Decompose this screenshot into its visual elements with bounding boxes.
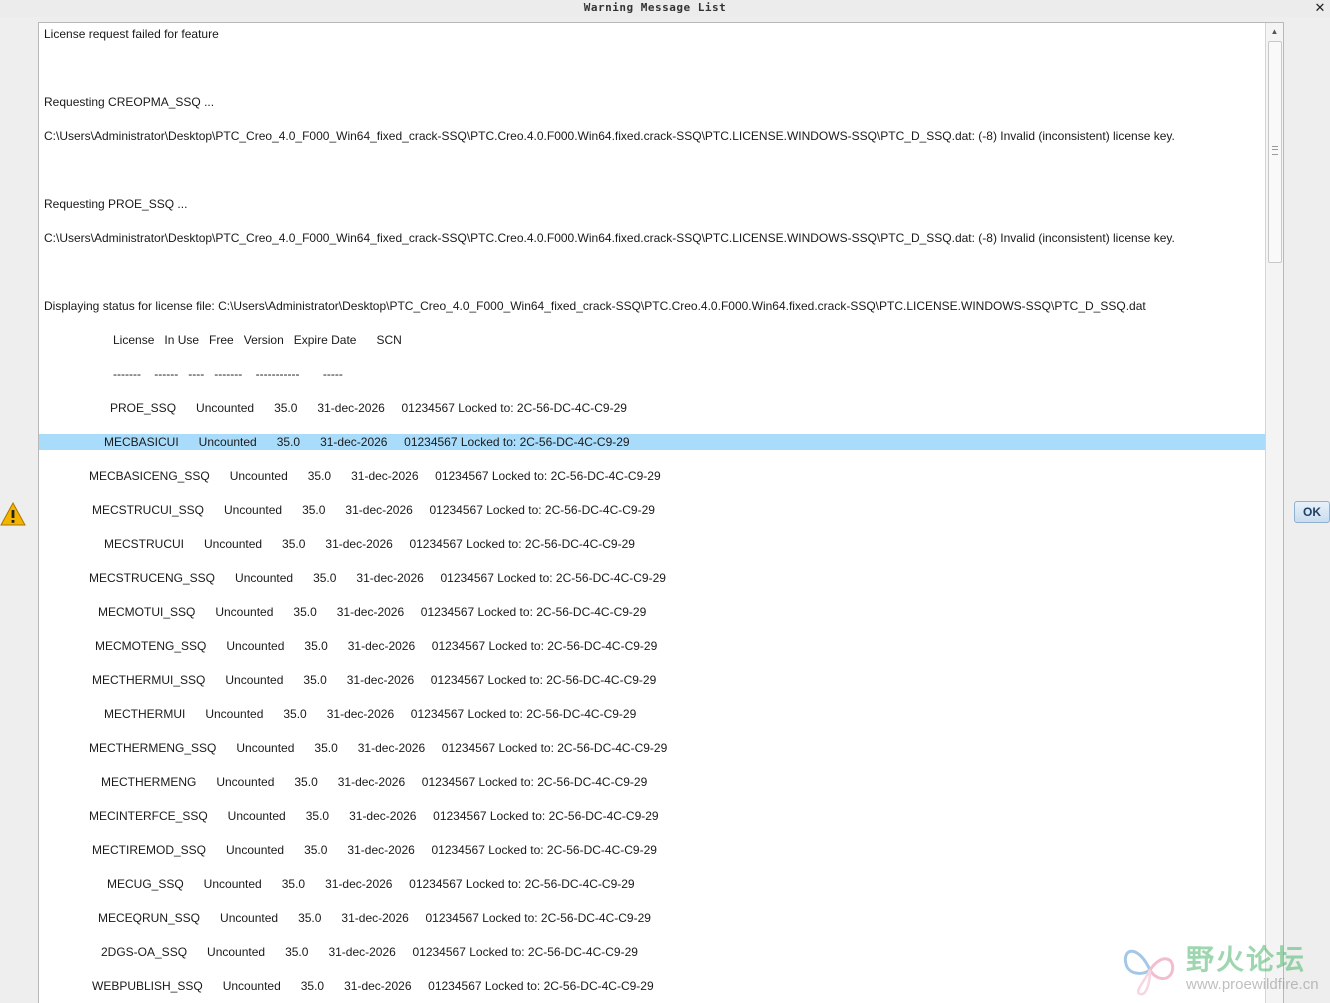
list-item[interactable]: 2DGS-OA_SSQ Uncounted 35.0 31-dec-2026 0… xyxy=(39,944,1265,960)
list-item[interactable]: C:\Users\Administrator\Desktop\PTC_Creo_… xyxy=(39,230,1265,246)
list-item[interactable]: ------- ------ ---- ------- ----------- … xyxy=(39,366,1265,382)
watermark-title: 野火论坛 xyxy=(1186,943,1307,976)
message-list-panel: License request failed for feature Reques… xyxy=(38,22,1284,1003)
watermark-url: www.proewildfire.cn xyxy=(1186,976,1319,993)
list-item[interactable]: License In Use Free Version Expire Date … xyxy=(39,332,1265,348)
list-item[interactable]: MECSTRUCENG_SSQ Uncounted 35.0 31-dec-20… xyxy=(39,570,1265,586)
list-item[interactable]: MECSTRUCUI Uncounted 35.0 31-dec-2026 01… xyxy=(39,536,1265,552)
list-item[interactable]: MECMOTUI_SSQ Uncounted 35.0 31-dec-2026 … xyxy=(39,604,1265,620)
list-item[interactable]: MECTIREMOD_SSQ Uncounted 35.0 31-dec-202… xyxy=(39,842,1265,858)
list-item[interactable]: MECTHERMUI_SSQ Uncounted 35.0 31-dec-202… xyxy=(39,672,1265,688)
list-item[interactable]: PROE_SSQ Uncounted 35.0 31-dec-2026 0123… xyxy=(39,400,1265,416)
list-item[interactable]: MECTHERMUI Uncounted 35.0 31-dec-2026 01… xyxy=(39,706,1265,722)
scroll-up-arrow-icon[interactable]: ▲ xyxy=(1266,23,1283,40)
list-item[interactable]: MECINTERFCE_SSQ Uncounted 35.0 31-dec-20… xyxy=(39,808,1265,824)
list-item[interactable]: MECSTRUCUI_SSQ Uncounted 35.0 31-dec-202… xyxy=(39,502,1265,518)
list-item[interactable]: MECUG_SSQ Uncounted 35.0 31-dec-2026 012… xyxy=(39,876,1265,892)
list-item[interactable]: WEBPUBLISH_SSQ Uncounted 35.0 31-dec-202… xyxy=(39,978,1265,994)
ok-button[interactable]: OK xyxy=(1294,501,1330,523)
list-item[interactable]: MECBASICENG_SSQ Uncounted 35.0 31-dec-20… xyxy=(39,468,1265,484)
window-title: Warning Message List xyxy=(583,1,727,14)
list-item-selected[interactable]: MECBASICUI Uncounted 35.0 31-dec-2026 01… xyxy=(39,434,1265,450)
scrollbar-grip-icon xyxy=(1272,146,1278,155)
message-list[interactable]: License request failed for feature Reques… xyxy=(39,23,1265,1003)
list-item[interactable]: Requesting PROE_SSQ ... xyxy=(39,196,1265,212)
list-item[interactable]: C:\Users\Administrator\Desktop\PTC_Creo_… xyxy=(39,128,1265,144)
list-item[interactable]: Requesting CREOPMA_SSQ ... xyxy=(39,94,1265,110)
list-item[interactable]: MECTHERMENG Uncounted 35.0 31-dec-2026 0… xyxy=(39,774,1265,790)
title-bar: Warning Message List ✕ xyxy=(0,0,1330,17)
list-item[interactable]: Displaying status for license file: C:\U… xyxy=(39,298,1265,314)
list-item[interactable]: MECEQRUN_SSQ Uncounted 35.0 31-dec-2026 … xyxy=(39,910,1265,926)
list-item[interactable]: License request failed for feature xyxy=(39,26,1265,42)
butterfly-logo-icon xyxy=(1123,949,1175,996)
watermark: 野火论坛 www.proewildfire.cn xyxy=(1120,938,1330,1000)
warning-icon xyxy=(0,501,26,526)
list-item[interactable]: MECMOTENG_SSQ Uncounted 35.0 31-dec-2026… xyxy=(39,638,1265,654)
close-button[interactable]: ✕ xyxy=(1313,0,1327,15)
vertical-scrollbar[interactable]: ▲ xyxy=(1265,23,1283,1003)
list-item[interactable]: MECTHERMENG_SSQ Uncounted 35.0 31-dec-20… xyxy=(39,740,1265,756)
scrollbar-thumb[interactable] xyxy=(1268,41,1282,263)
